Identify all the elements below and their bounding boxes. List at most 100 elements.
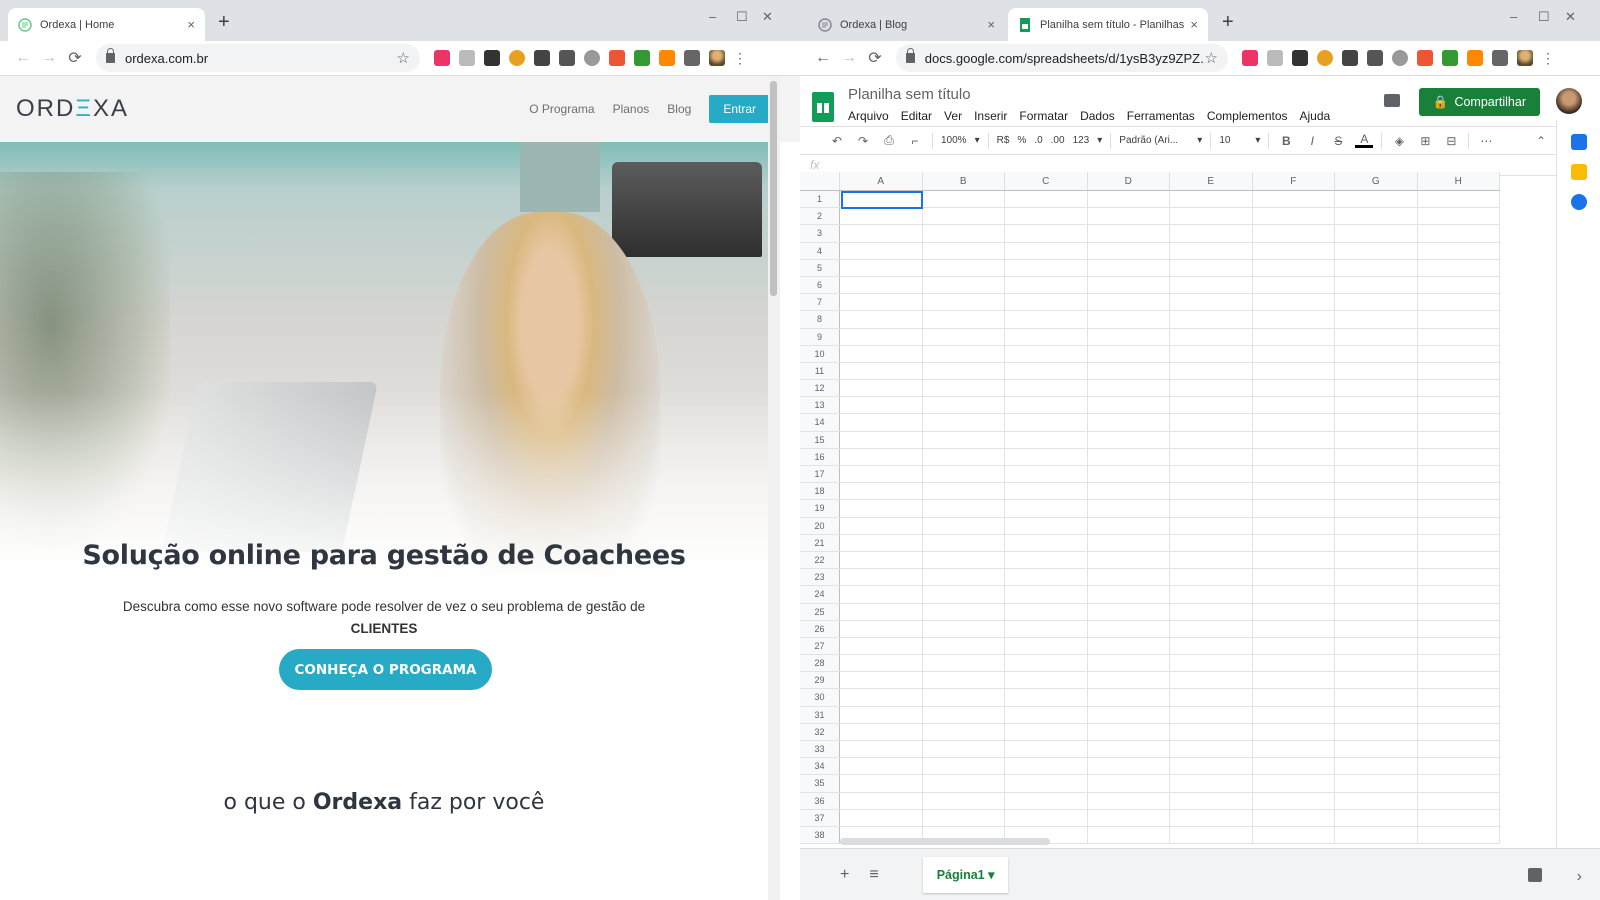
cell[interactable] — [1170, 483, 1253, 500]
cell[interactable] — [923, 311, 1005, 328]
fill-color-icon[interactable]: ◈ — [1390, 134, 1408, 148]
row-header[interactable]: 13 — [800, 397, 840, 414]
explore-icon[interactable] — [1528, 867, 1542, 882]
nav-o-programa[interactable]: O Programa — [529, 102, 594, 116]
extension-icon[interactable] — [1317, 50, 1333, 66]
cell[interactable] — [1253, 208, 1335, 225]
user-avatar[interactable] — [1556, 88, 1582, 114]
cell[interactable] — [1005, 586, 1088, 603]
cell[interactable] — [1170, 466, 1253, 483]
extension-icon[interactable] — [484, 50, 500, 66]
cell[interactable] — [1253, 448, 1335, 465]
cell[interactable] — [1005, 741, 1088, 758]
profile-avatar[interactable] — [709, 50, 725, 66]
cell[interactable] — [1253, 345, 1335, 362]
cell[interactable] — [840, 758, 923, 775]
cell[interactable] — [1335, 723, 1418, 740]
cell[interactable] — [840, 517, 923, 534]
row-header[interactable]: 10 — [800, 345, 840, 362]
cell[interactable] — [1253, 655, 1335, 672]
cell[interactable] — [840, 586, 923, 603]
cell[interactable] — [840, 672, 923, 689]
cell[interactable] — [1253, 431, 1335, 448]
cell[interactable] — [1088, 414, 1170, 431]
cell[interactable] — [1170, 276, 1253, 294]
cell[interactable] — [1170, 809, 1253, 826]
cell[interactable] — [1418, 397, 1500, 414]
row-header[interactable]: 3 — [800, 225, 840, 242]
cell[interactable] — [1005, 483, 1088, 500]
cell[interactable] — [1418, 620, 1500, 637]
cell[interactable] — [1418, 380, 1500, 397]
cell[interactable] — [1335, 448, 1418, 465]
row-header[interactable]: 38 — [800, 826, 840, 844]
cell[interactable] — [1005, 689, 1088, 706]
comments-icon[interactable] — [1384, 94, 1400, 107]
profile-avatar[interactable] — [1517, 50, 1533, 66]
row-header[interactable]: 17 — [800, 466, 840, 483]
cell[interactable] — [1253, 414, 1335, 431]
menu-ajuda[interactable]: Ajuda — [1300, 109, 1331, 123]
calendar-icon[interactable] — [1570, 134, 1587, 150]
cell[interactable] — [1335, 294, 1418, 311]
corner-cell[interactable] — [800, 172, 840, 190]
row-header[interactable]: 5 — [800, 259, 840, 276]
nav-blog[interactable]: Blog — [667, 102, 691, 116]
share-button[interactable]: 🔒 Compartilhar — [1418, 88, 1540, 116]
cell[interactable] — [840, 466, 923, 483]
cell[interactable] — [1418, 517, 1500, 534]
row-header[interactable]: 28 — [800, 655, 840, 672]
extension-icon[interactable] — [1442, 50, 1458, 66]
extension-icon[interactable] — [1267, 50, 1283, 66]
italic-button[interactable]: I — [1303, 134, 1321, 148]
cell[interactable] — [840, 792, 923, 809]
cell[interactable] — [1005, 637, 1088, 655]
cell[interactable] — [1170, 294, 1253, 311]
cell[interactable] — [1170, 431, 1253, 448]
cell[interactable] — [1005, 620, 1088, 637]
paint-format-icon[interactable]: ⌐ — [906, 134, 924, 148]
borders-icon[interactable]: ⊞ — [1416, 134, 1434, 148]
cell[interactable] — [923, 775, 1005, 792]
cell[interactable] — [1170, 191, 1253, 208]
cell[interactable] — [1253, 191, 1335, 208]
cell[interactable] — [923, 466, 1005, 483]
cell[interactable] — [923, 672, 1005, 689]
cell[interactable] — [923, 448, 1005, 465]
cell[interactable] — [1005, 672, 1088, 689]
cell[interactable] — [1088, 689, 1170, 706]
cell[interactable] — [1170, 345, 1253, 362]
zoom-select[interactable]: 100% — [941, 135, 967, 146]
cell[interactable] — [1335, 569, 1418, 586]
cell[interactable] — [1253, 741, 1335, 758]
cell[interactable] — [923, 586, 1005, 603]
cell[interactable] — [1418, 569, 1500, 586]
extension-icon[interactable] — [659, 50, 675, 66]
cell[interactable] — [1088, 758, 1170, 775]
cell[interactable] — [1005, 362, 1088, 380]
row-header[interactable]: 11 — [800, 362, 840, 380]
cell[interactable] — [1088, 620, 1170, 637]
cell[interactable] — [1335, 689, 1418, 706]
cell[interactable] — [1253, 380, 1335, 397]
cell[interactable] — [1253, 792, 1335, 809]
tab-ordexa-home[interactable]: Ordexa | Home × — [8, 8, 205, 41]
cell[interactable] — [1170, 259, 1253, 276]
cell[interactable] — [923, 620, 1005, 637]
row-header[interactable]: 16 — [800, 448, 840, 465]
cell[interactable] — [840, 689, 923, 706]
cell[interactable] — [1253, 276, 1335, 294]
cell[interactable] — [1005, 414, 1088, 431]
minimize-button[interactable]: – — [1510, 9, 1517, 24]
cell[interactable] — [1088, 259, 1170, 276]
cell[interactable] — [1005, 431, 1088, 448]
number-format-button[interactable]: 123 — [1073, 135, 1090, 146]
row-header[interactable]: 2 — [800, 208, 840, 225]
undo-icon[interactable]: ↶ — [828, 134, 846, 148]
cell[interactable] — [840, 294, 923, 311]
extension-icon[interactable] — [684, 50, 700, 66]
cell[interactable] — [1418, 655, 1500, 672]
cell[interactable] — [840, 431, 923, 448]
cell[interactable] — [1005, 259, 1088, 276]
cell[interactable] — [1005, 758, 1088, 775]
